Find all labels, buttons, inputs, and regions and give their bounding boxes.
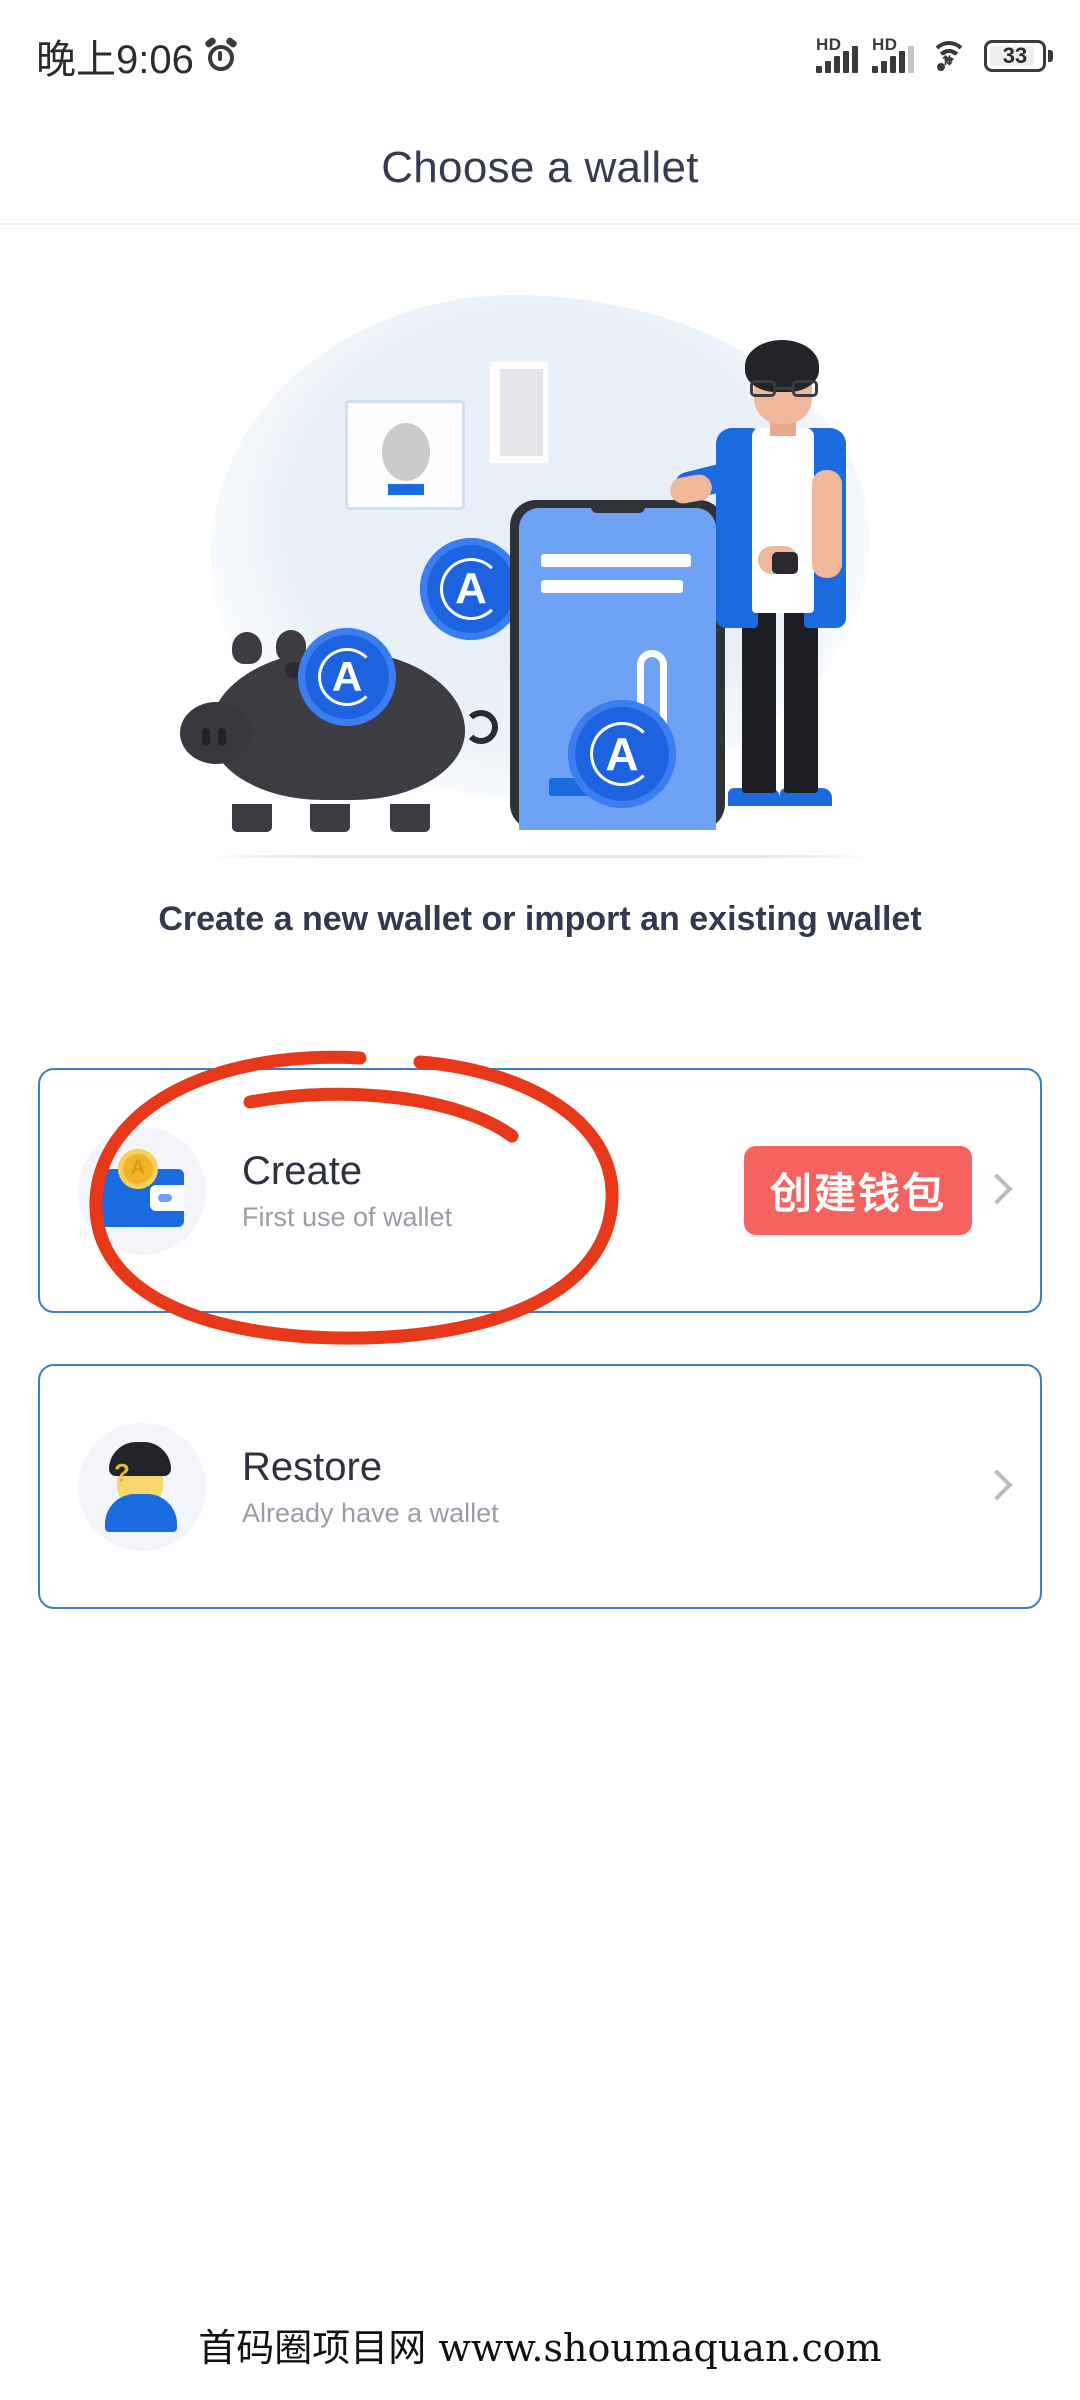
page-subtitle: Create a new wallet or import an existin… xyxy=(158,900,922,938)
battery-percent: 33 xyxy=(1002,43,1028,68)
restore-subtitle: Already have a wallet xyxy=(242,1498,499,1528)
create-text-wrapper: Create First use of wallet xyxy=(242,1148,744,1233)
illustration-ground-line xyxy=(200,855,880,858)
create-subtitle: First use of wallet xyxy=(242,1202,453,1232)
create-icon-wrapper: A xyxy=(78,1126,206,1255)
status-time: 晚上9:06 xyxy=(36,38,194,82)
signal-bars-sim1-icon: HD xyxy=(816,35,858,73)
chevron-right-icon xyxy=(986,1470,1006,1504)
coin-icon-phone: A xyxy=(568,700,676,808)
option-card-restore[interactable]: ? Restore Already have a wallet xyxy=(38,1364,1042,1609)
person-illustration xyxy=(668,340,880,820)
restore-icon-wrapper: ? xyxy=(78,1422,206,1551)
status-bar: 晚上9:06 HD HD ⇅ 33 xyxy=(0,0,1080,112)
app-header: Choose a wallet xyxy=(0,112,1080,225)
wallet-icon: A xyxy=(100,1148,184,1227)
hd-label-sim2: HD xyxy=(872,35,898,54)
create-title: Create xyxy=(242,1149,363,1193)
restore-title: Restore xyxy=(242,1445,383,1489)
coin-icon-floating: A xyxy=(420,538,522,640)
wifi-icon: ⇅ xyxy=(928,39,970,73)
status-bar-left: 晚上9:06 xyxy=(36,27,238,85)
hero-illustration: A A A xyxy=(0,260,1080,860)
footer-watermark: 首码圈项目网 www.shoumaquan.com xyxy=(198,2326,882,2370)
create-badge: 创建钱包 xyxy=(743,1146,972,1235)
coin-glyph: A xyxy=(605,728,639,780)
wallet-coin-glyph: A xyxy=(130,1157,146,1179)
alarm-clock-icon xyxy=(203,36,238,73)
coin-glyph: A xyxy=(331,653,363,700)
restore-text-wrapper: Restore Already have a wallet xyxy=(242,1444,978,1529)
user-avatar-icon: ? xyxy=(99,1441,185,1532)
chevron-right-icon xyxy=(986,1174,1006,1208)
option-card-create[interactable]: A Create First use of wallet 创建钱包 xyxy=(38,1068,1042,1313)
signal-bars-sim2-icon: HD xyxy=(872,35,914,73)
status-bar-right: HD HD ⇅ 33 xyxy=(816,35,1053,73)
battery-icon: 33 xyxy=(984,40,1053,72)
wall-picture-frame-icon xyxy=(345,400,465,510)
avatar-question-mark: ? xyxy=(114,1457,130,1488)
page-title: Choose a wallet xyxy=(381,142,699,192)
hd-label-sim1: HD xyxy=(816,35,842,54)
coin-icon-piggy: A xyxy=(298,628,396,726)
wall-poster-icon xyxy=(488,360,550,465)
coin-glyph: A xyxy=(455,564,487,613)
